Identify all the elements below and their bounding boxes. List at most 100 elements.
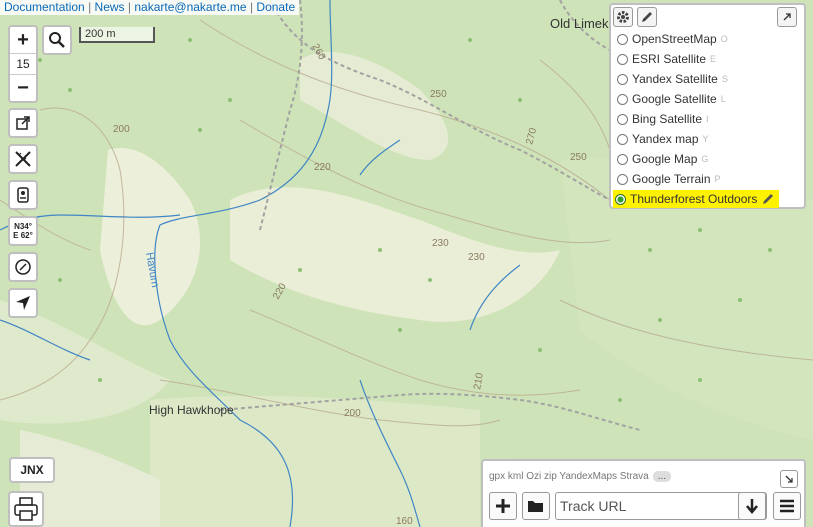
contour-label: 200 (344, 408, 361, 419)
layer-label: Google Map (632, 152, 698, 166)
arrow-down-icon (746, 499, 758, 514)
more-formats-button[interactable]: ... (652, 471, 672, 482)
layer-radio[interactable] (617, 113, 628, 125)
track-panel: gpx kml Ozi zip YandexMaps Strava... Tra… (481, 459, 806, 527)
layer-label: OpenStreetMap (632, 32, 717, 46)
layer-label: ESRI Satellite (632, 52, 707, 66)
layer-option-selected[interactable]: Thunderforest Outdoors (611, 189, 804, 209)
coordinates-button[interactable]: N34° E 62° (8, 216, 38, 246)
layer-hotkey: S (721, 74, 728, 84)
layer-radio[interactable] (617, 73, 628, 85)
separator: | (88, 0, 92, 14)
longitude-label: E 62° (13, 231, 33, 240)
plus-icon (496, 499, 510, 513)
contour-label: 220 (314, 162, 331, 173)
zoom-in-button[interactable]: + (10, 27, 36, 53)
contour-label: 250 (430, 89, 447, 100)
contour-label: 230 (468, 252, 485, 263)
menu-icon (780, 499, 794, 513)
contour-label: 160 (396, 516, 413, 527)
layer-label: Bing Satellite (632, 112, 703, 126)
separator: | (249, 0, 254, 14)
add-track-button[interactable] (489, 492, 517, 520)
news-link[interactable]: News (95, 0, 125, 14)
layer-hotkey: Y (702, 134, 709, 144)
layer-radio[interactable] (617, 133, 628, 145)
layers-settings-button[interactable] (613, 7, 633, 27)
email-link[interactable]: nakarte@nakarte.me (134, 0, 246, 14)
layer-radio[interactable] (617, 53, 628, 65)
locate-icon (16, 296, 30, 310)
ruler-button[interactable] (8, 144, 38, 174)
zoom-out-button[interactable]: − (10, 75, 36, 101)
contour-label: 230 (432, 238, 449, 249)
print-button[interactable] (8, 491, 44, 527)
layer-radio[interactable] (617, 93, 628, 105)
external-link-icon (16, 116, 30, 130)
layer-label: Google Terrain (632, 172, 711, 186)
track-collapse-button[interactable] (780, 470, 798, 488)
search-button[interactable] (42, 25, 72, 55)
search-icon (49, 32, 65, 48)
top-links: Documentation | News | nakarte@nakarte.m… (0, 0, 300, 15)
layer-hotkey: E (710, 54, 717, 64)
external-link-button[interactable] (8, 108, 38, 138)
zoom-level: 15 (10, 53, 36, 75)
layer-radio[interactable] (617, 153, 628, 165)
locate-button[interactable] (8, 288, 38, 318)
layer-option[interactable]: Google Terrain P (611, 169, 804, 189)
panoramas-button[interactable] (8, 180, 38, 210)
layer-label: Google Satellite (632, 92, 717, 106)
layer-label: Thunderforest Outdoors (630, 192, 758, 206)
layer-label: Yandex Satellite (632, 72, 718, 86)
layer-option[interactable]: OpenStreetMap O (611, 29, 804, 49)
download-track-button[interactable] (738, 492, 766, 520)
separator: | (127, 0, 132, 14)
gear-icon (617, 11, 629, 23)
layer-radio[interactable] (617, 173, 628, 185)
contour-label: 200 (113, 124, 130, 135)
azimuth-button[interactable] (8, 252, 38, 282)
open-file-button[interactable] (522, 492, 550, 520)
collapse-icon (783, 13, 791, 21)
track-menu-button[interactable] (773, 492, 801, 520)
collapse-icon (785, 475, 793, 483)
ruler-icon (15, 151, 31, 167)
layer-hotkey: L (720, 94, 726, 104)
selected-highlight: Thunderforest Outdoors (613, 190, 780, 208)
layers-header (611, 5, 804, 29)
layer-option[interactable]: ESRI Satellite E (611, 49, 804, 69)
layer-option[interactable]: Yandex Satellite S (611, 69, 804, 89)
printer-icon (14, 497, 38, 521)
track-formats: gpx kml Ozi zip YandexMaps Strava... (489, 471, 672, 482)
layer-hotkey: I (706, 114, 709, 124)
layers-collapse-button[interactable] (777, 7, 797, 27)
layer-option[interactable]: Yandex map Y (611, 129, 804, 149)
azimuth-icon (15, 259, 31, 275)
layer-option[interactable]: Google Map G (611, 149, 804, 169)
pencil-icon[interactable] (761, 192, 775, 206)
latitude-label: N34° (14, 222, 32, 231)
layer-label: Yandex map (632, 132, 699, 146)
layer-hotkey: G (701, 154, 709, 164)
place-label: Old Limek (550, 16, 609, 31)
panoramas-icon (17, 187, 29, 203)
jnx-button[interactable]: JNX (9, 457, 55, 483)
layers-panel: OpenStreetMap O ESRI Satellite E Yandex … (609, 3, 806, 209)
pencil-icon (642, 12, 652, 22)
layers-edit-button[interactable] (637, 7, 657, 27)
place-label: High Hawkhope (149, 403, 234, 417)
layer-option[interactable]: Google Satellite L (611, 89, 804, 109)
layer-option[interactable]: Bing Satellite I (611, 109, 804, 129)
layer-hotkey: O (720, 34, 728, 44)
contour-label: 250 (570, 152, 587, 163)
formats-list: gpx kml Ozi zip YandexMaps Strava (489, 471, 649, 482)
layer-radio-checked[interactable] (615, 193, 626, 205)
folder-icon (528, 501, 543, 512)
documentation-link[interactable]: Documentation (4, 0, 85, 14)
donate-link[interactable]: Donate (256, 0, 295, 14)
layer-radio[interactable] (617, 33, 628, 45)
scale-bar: 200 m (79, 27, 155, 43)
track-url-input[interactable]: Track URL (555, 492, 767, 520)
zoom-control: + 15 − (8, 25, 38, 103)
